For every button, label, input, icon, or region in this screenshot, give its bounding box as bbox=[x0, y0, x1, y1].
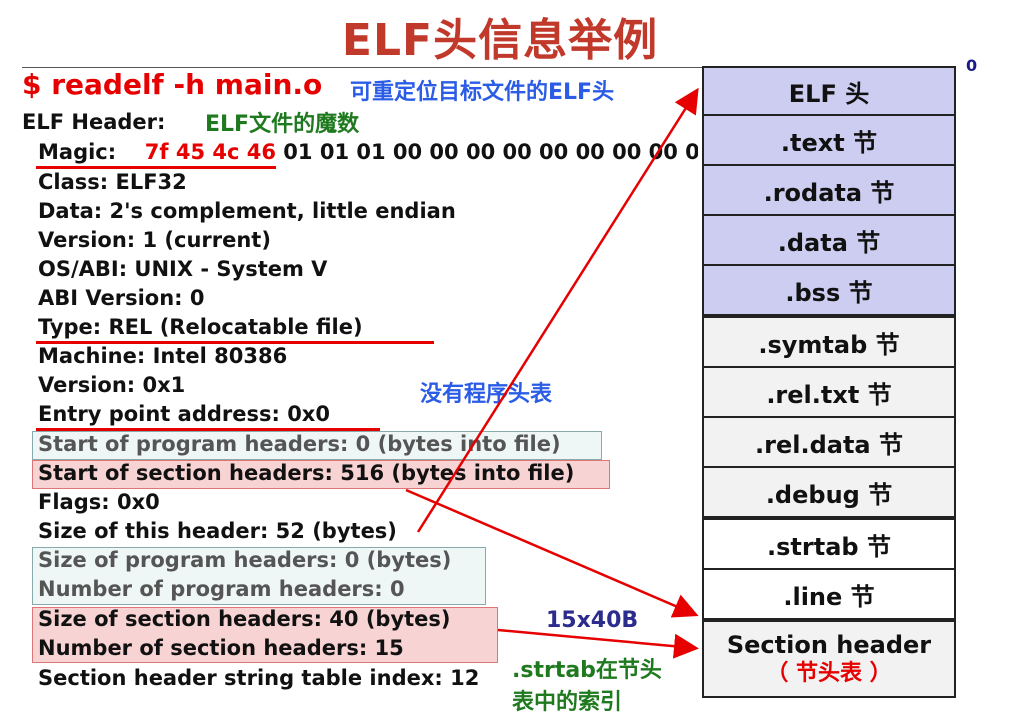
offset-zero-label: 0 bbox=[966, 56, 978, 75]
magic-note: ELF文件的魔数 bbox=[205, 112, 360, 137]
strtab-note-line1: .strtab在节头 bbox=[512, 658, 662, 683]
class-row: Class: ELF32 bbox=[38, 170, 187, 194]
section-header-table: Section header （ 节头表 ） bbox=[702, 620, 956, 698]
flags-row: Flags: 0x0 bbox=[38, 490, 160, 514]
size-section-row: Size of section headers: 40 (bytes) bbox=[38, 607, 451, 631]
start-section-row: Start of section headers: 516 (bytes int… bbox=[38, 461, 575, 485]
size-program-row: Size of program headers: 0 (bytes) bbox=[38, 548, 452, 572]
num-section-row: Number of section headers: 15 bbox=[38, 636, 404, 660]
section-rel-data: .rel.data 节 bbox=[702, 416, 956, 468]
num-program-row: Number of program headers: 0 bbox=[38, 577, 405, 601]
elf-header-label: ELF Header: bbox=[22, 110, 166, 134]
machine-row: Machine: Intel 80386 bbox=[38, 344, 288, 368]
section-line: .line 节 bbox=[702, 568, 956, 620]
section-data: .data 节 bbox=[702, 214, 956, 266]
type-row: Type: REL (Relocatable file) bbox=[38, 315, 363, 339]
section-rodata: .rodata 节 bbox=[702, 164, 956, 216]
magic-row: Magic: 7f 45 4c 46 01 01 01 00 00 00 00 … bbox=[38, 140, 698, 164]
readelf-command: $ readelf -h main.o bbox=[22, 68, 323, 101]
osabi-row: OS/ABI: UNIX - System V bbox=[38, 257, 328, 281]
section-debug: .debug 节 bbox=[702, 466, 956, 518]
section-symtab: .symtab 节 bbox=[702, 316, 956, 368]
magic-rest: 01 01 01 00 00 00 00 00 00 00 00 00 bbox=[275, 140, 698, 164]
magic-underline bbox=[36, 166, 276, 169]
section-text: .text 节 bbox=[702, 114, 956, 166]
divider bbox=[22, 67, 702, 68]
section-rel-txt: .rel.txt 节 bbox=[702, 366, 956, 418]
section-header-sub: （ 节头表 ） bbox=[766, 661, 892, 687]
size-calc-note: 15x40B bbox=[546, 608, 639, 633]
strtab-note-line2: 表中的索引 bbox=[512, 690, 623, 715]
version-row: Version: 1 (current) bbox=[38, 228, 271, 252]
strtab-index-row: Section header string table index: 12 bbox=[38, 666, 480, 690]
version2-row: Version: 0x1 bbox=[38, 373, 186, 397]
entry-row: Entry point address: 0x0 bbox=[38, 402, 330, 426]
size-header-row: Size of this header: 52 (bytes) bbox=[38, 519, 397, 543]
magic-label: Magic: bbox=[38, 140, 117, 164]
magic-bytes: 7f 45 4c 46 bbox=[144, 140, 276, 164]
section-bss: .bss 节 bbox=[702, 264, 956, 316]
abi-version-row: ABI Version: 0 bbox=[38, 286, 205, 310]
no-program-header-note: 没有程序头表 bbox=[420, 382, 553, 407]
section-strtab: .strtab 节 bbox=[702, 518, 956, 570]
data-row: Data: 2's complement, little endian bbox=[38, 199, 456, 223]
slide-title: ELF头信息举例 bbox=[341, 15, 659, 66]
relocatable-note: 可重定位目标文件的ELF头 bbox=[350, 80, 615, 105]
section-header-label: Section header bbox=[726, 631, 932, 660]
section-elf-header: ELF 头 bbox=[702, 66, 956, 116]
start-program-row: Start of program headers: 0 (bytes into … bbox=[38, 432, 561, 456]
